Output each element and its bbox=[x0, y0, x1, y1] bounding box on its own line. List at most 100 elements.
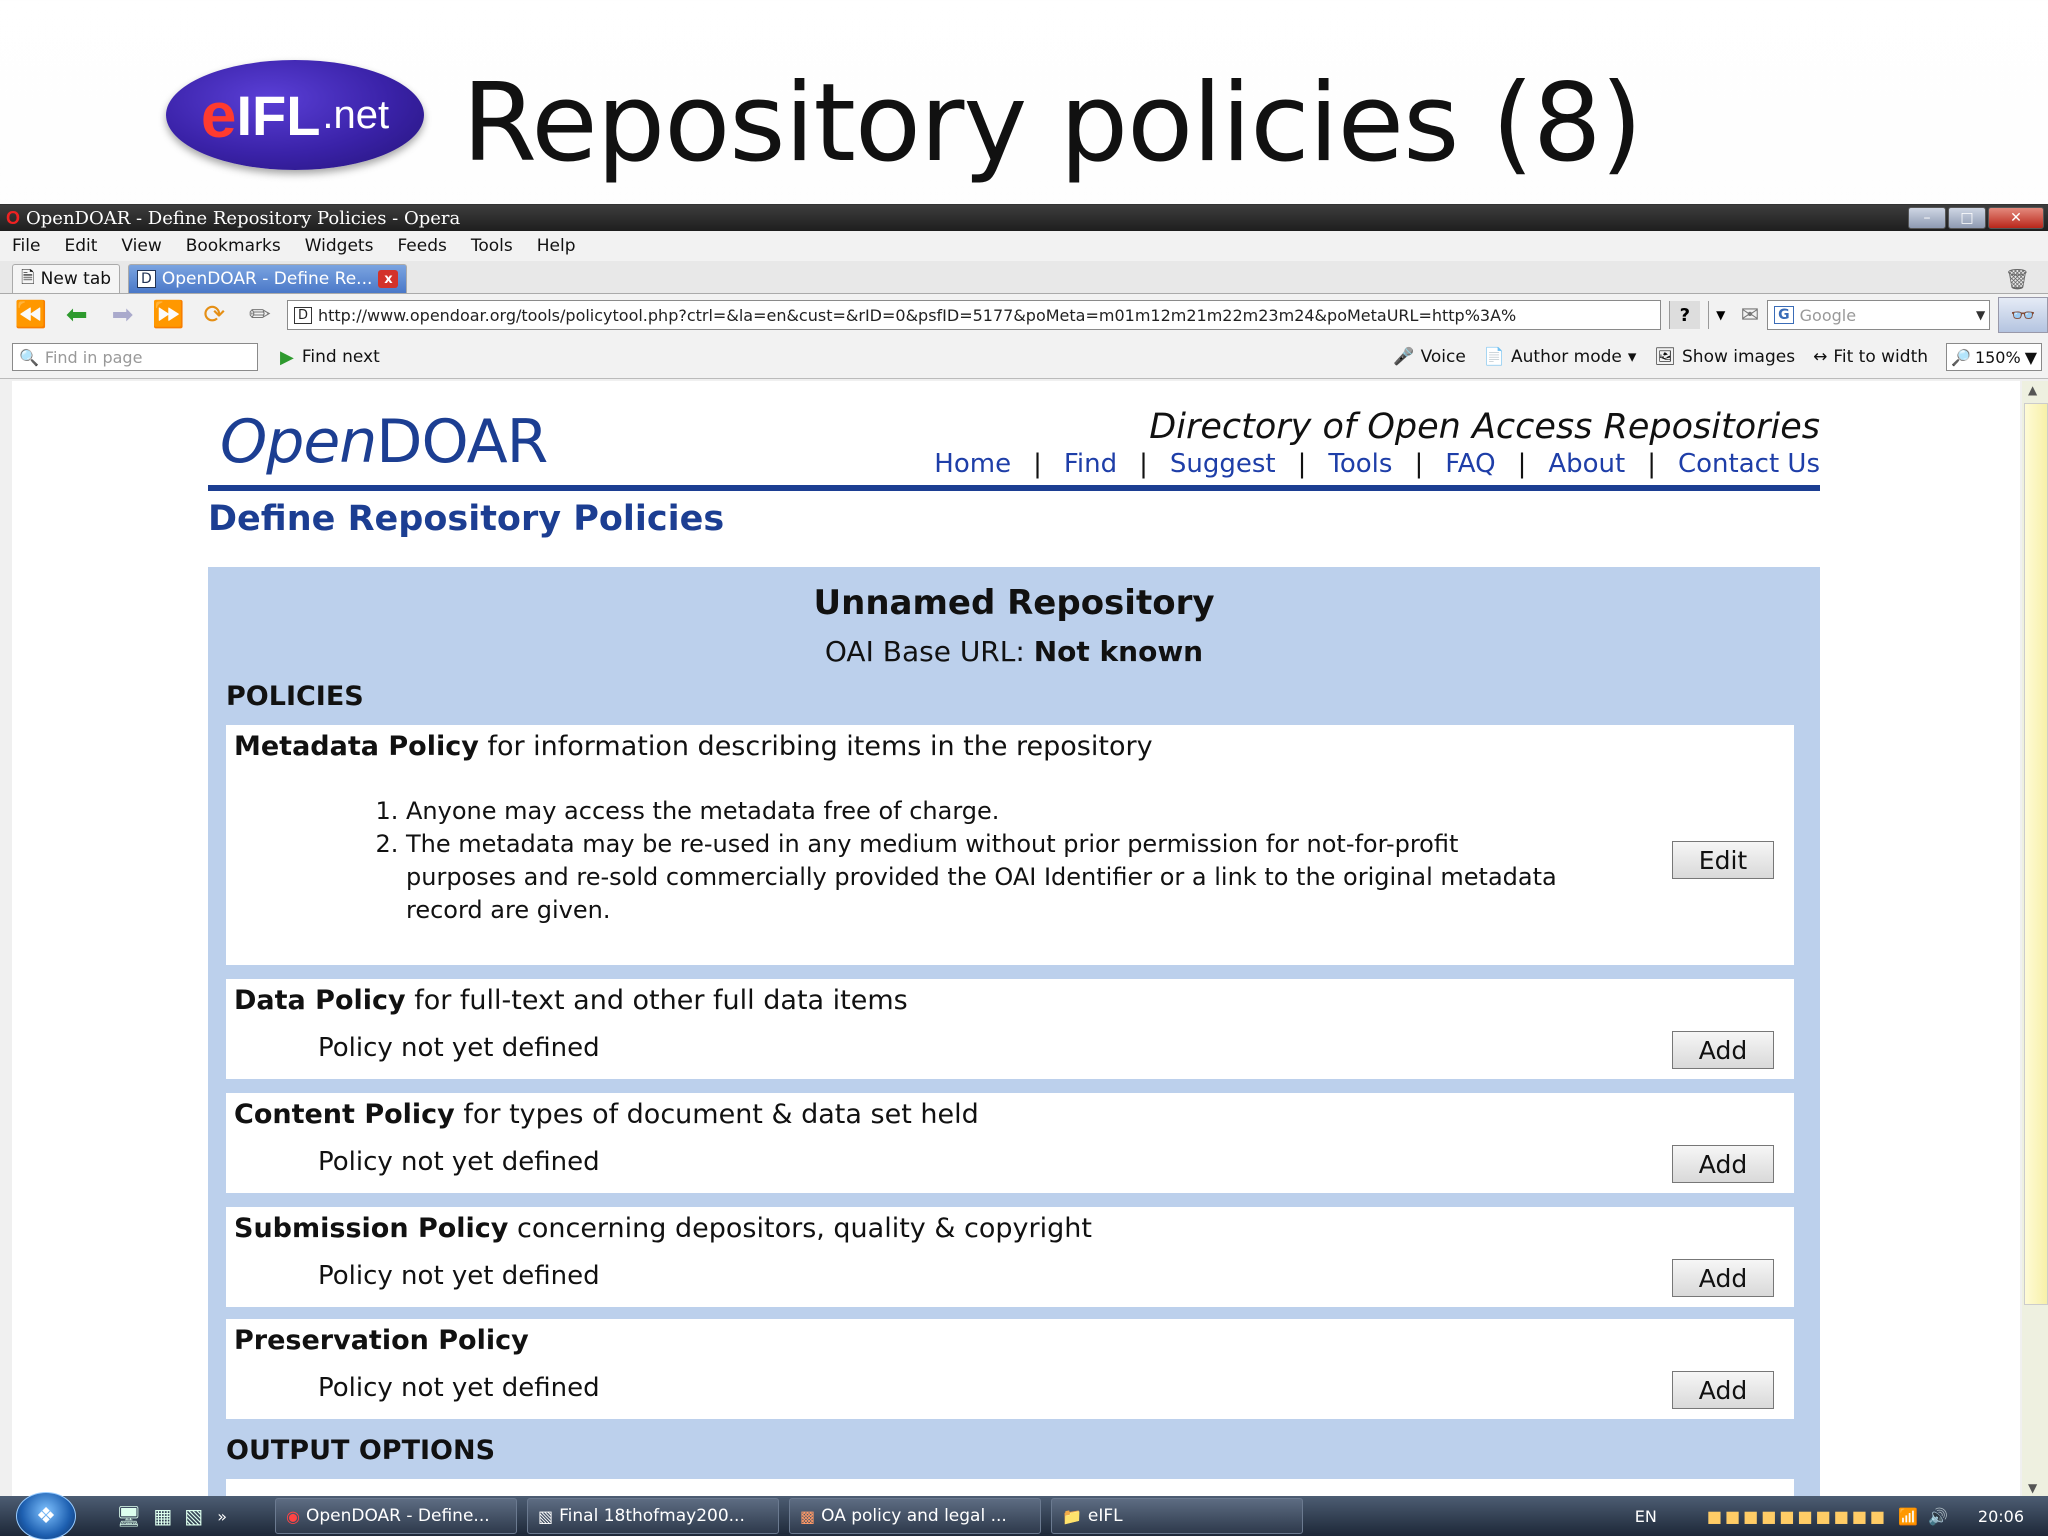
page-scrollbar[interactable]: ▲ ▼ bbox=[2022, 381, 2048, 1497]
nav-tools[interactable]: Tools bbox=[1328, 449, 1392, 479]
nav-separator: | bbox=[1033, 449, 1042, 479]
excel-icon[interactable]: ▦ bbox=[153, 1504, 172, 1528]
word-icon[interactable]: ▧ bbox=[184, 1504, 203, 1528]
scroll-down-icon[interactable]: ▼ bbox=[2028, 1481, 2037, 1495]
search-input[interactable]: G Google ▼ bbox=[1767, 300, 1991, 330]
tab-close-icon[interactable]: x bbox=[378, 270, 399, 288]
scrollbar-thumb[interactable] bbox=[2024, 403, 2048, 1305]
menu-file[interactable]: File bbox=[12, 236, 40, 256]
network-icon[interactable]: 📶 bbox=[1898, 1507, 1918, 1526]
task-opendoar[interactable]: ◉ OpenDOAR - Define... bbox=[275, 1498, 517, 1534]
address-dropdown-icon[interactable]: ▼ bbox=[1707, 301, 1733, 329]
menu-help[interactable]: Help bbox=[537, 236, 576, 256]
task-eifl-folder[interactable]: 📁 eIFL bbox=[1051, 1498, 1303, 1534]
add-content-policy-button[interactable]: Add bbox=[1672, 1145, 1774, 1183]
nav-separator: | bbox=[1297, 449, 1307, 479]
nav-contact-us[interactable]: Contact Us bbox=[1678, 449, 1820, 479]
tab-new[interactable]: 🗎 New tab bbox=[12, 264, 121, 293]
author-mode-button[interactable]: 📄 Author mode ▾ bbox=[1484, 347, 1637, 367]
policy-heading: Metadata Policy for information describi… bbox=[234, 731, 1153, 762]
voice-button[interactable]: 🎤 Voice bbox=[1393, 347, 1465, 367]
rewind-icon[interactable]: ⏪ bbox=[12, 300, 50, 330]
menu-widgets[interactable]: Widgets bbox=[305, 236, 374, 256]
trash-icon[interactable]: 🗑 bbox=[2005, 267, 2030, 291]
eifl-logo: e IFL .net bbox=[166, 60, 424, 170]
tab-opendoar[interactable]: D OpenDOAR - Define Re... x bbox=[128, 264, 408, 293]
address-toolbar: ⏪ ⬅ ➡ ⏩ ⟳ ✏ D http://www.opendoar.org/to… bbox=[0, 294, 2048, 336]
list-item: The metadata may be re-used in any mediu… bbox=[406, 828, 1566, 927]
logo-ifl: IFL bbox=[236, 83, 321, 147]
author-mode-label: Author mode bbox=[1511, 347, 1622, 367]
quick-launch-more-icon[interactable]: » bbox=[217, 1507, 227, 1526]
folder-icon: 📁 bbox=[1062, 1506, 1082, 1526]
add-submission-policy-button[interactable]: Add bbox=[1672, 1259, 1774, 1297]
clock[interactable]: 20:06 bbox=[1978, 1507, 2024, 1526]
search-dropdown-icon[interactable]: ▼ bbox=[1976, 308, 1985, 322]
play-icon: ▶ bbox=[280, 346, 294, 368]
nav-about[interactable]: About bbox=[1548, 449, 1625, 479]
start-button[interactable]: ❖ bbox=[16, 1492, 76, 1540]
policy-description: for types of document & data set held bbox=[463, 1099, 979, 1130]
fit-width-icon: ↔ bbox=[1813, 347, 1828, 367]
close-button[interactable]: ✕ bbox=[1988, 207, 2044, 229]
scroll-up-icon[interactable]: ▲ bbox=[2028, 383, 2037, 397]
mail-icon[interactable]: ✉ bbox=[1741, 303, 1759, 328]
minimize-button[interactable]: – bbox=[1908, 207, 1946, 229]
opendoar-logo[interactable]: OpenDOAR bbox=[220, 407, 548, 477]
microphone-icon: 🎤 bbox=[1393, 347, 1415, 367]
voice-label: Voice bbox=[1420, 347, 1466, 367]
desktop-icon[interactable]: 🖥 bbox=[116, 1504, 141, 1528]
word-icon: ▧ bbox=[538, 1506, 554, 1526]
menu-feeds[interactable]: Feeds bbox=[397, 236, 446, 256]
add-data-policy-button[interactable]: Add bbox=[1672, 1031, 1774, 1069]
google-icon: G bbox=[1774, 306, 1794, 324]
reload-icon[interactable]: ⟳ bbox=[195, 300, 233, 330]
fast-forward-icon[interactable]: ⏩ bbox=[149, 300, 187, 330]
find-in-page-input[interactable]: 🔍 Find in page bbox=[12, 343, 258, 371]
edit-metadata-policy-button[interactable]: Edit bbox=[1672, 841, 1774, 879]
oai-value: Not known bbox=[1033, 635, 1204, 668]
maximize-button[interactable]: □ bbox=[1948, 207, 1986, 229]
nav-faq[interactable]: FAQ bbox=[1445, 449, 1495, 479]
find-next-button[interactable]: ▶ Find next bbox=[280, 347, 380, 368]
tray-icons[interactable]: ■■■■■■■■■■ bbox=[1707, 1507, 1888, 1526]
task-powerpoint[interactable]: ▩ OA policy and legal ... bbox=[789, 1498, 1041, 1534]
policy-name: Content Policy bbox=[234, 1099, 455, 1130]
fit-to-width-button[interactable]: ↔ Fit to width bbox=[1813, 347, 1928, 367]
oai-label: OAI Base URL: bbox=[824, 635, 1025, 668]
address-input[interactable]: D http://www.opendoar.org/tools/policyto… bbox=[286, 300, 1661, 330]
policy-name: Preservation Policy bbox=[234, 1325, 529, 1356]
page-tools: 🎤 Voice 📄 Author mode ▾ 🖼 Show images ↔ Fit t… bbox=[1393, 343, 2042, 371]
nav-suggest[interactable]: Suggest bbox=[1170, 449, 1276, 479]
menu-bookmarks[interactable]: Bookmarks bbox=[186, 236, 281, 256]
menu-tools[interactable]: Tools bbox=[471, 236, 513, 256]
metadata-policy-list: Anyone may access the metadata free of c… bbox=[356, 795, 1566, 927]
zoom-select[interactable]: 🔎 150% ▼ bbox=[1946, 343, 2042, 371]
list-item: Anyone may access the metadata free of c… bbox=[406, 795, 1566, 828]
policy-status: Policy not yet defined bbox=[318, 1373, 600, 1403]
nav-find[interactable]: Find bbox=[1064, 449, 1117, 479]
new-tab-icon: 🗎 bbox=[21, 267, 35, 288]
language-indicator[interactable]: EN bbox=[1635, 1507, 1657, 1526]
opera-icon: ◉ bbox=[286, 1506, 300, 1526]
zoom-icon: 🔎 bbox=[1951, 347, 1971, 367]
nav-home[interactable]: Home bbox=[934, 449, 1011, 479]
policy-heading: Preservation Policy bbox=[234, 1325, 529, 1356]
wand-icon[interactable]: ✏ bbox=[241, 300, 279, 330]
policy-description: for information describing items in the … bbox=[487, 731, 1153, 762]
policy-description: for full-text and other full data items bbox=[414, 985, 908, 1016]
glasses-icon[interactable]: 👓 bbox=[1998, 297, 2048, 333]
help-button[interactable]: ? bbox=[1668, 301, 1700, 329]
forward-icon[interactable]: ➡ bbox=[104, 300, 142, 330]
nav-separator: | bbox=[1414, 449, 1424, 479]
menu-edit[interactable]: Edit bbox=[64, 236, 97, 256]
add-preservation-policy-button[interactable]: Add bbox=[1672, 1371, 1774, 1409]
volume-icon[interactable]: 🔊 bbox=[1928, 1507, 1948, 1526]
task-word-document[interactable]: ▧ Final 18thofmay200... bbox=[527, 1498, 779, 1534]
repository-name: Unnamed Repository bbox=[813, 583, 1215, 623]
show-images-button[interactable]: 🖼 Show images bbox=[1654, 347, 1795, 367]
oai-base-url: OAI Base URL: Not known bbox=[208, 635, 1820, 668]
back-icon[interactable]: ⬅ bbox=[58, 300, 96, 330]
menu-view[interactable]: View bbox=[121, 236, 161, 256]
url-page-icon: D bbox=[293, 306, 312, 324]
